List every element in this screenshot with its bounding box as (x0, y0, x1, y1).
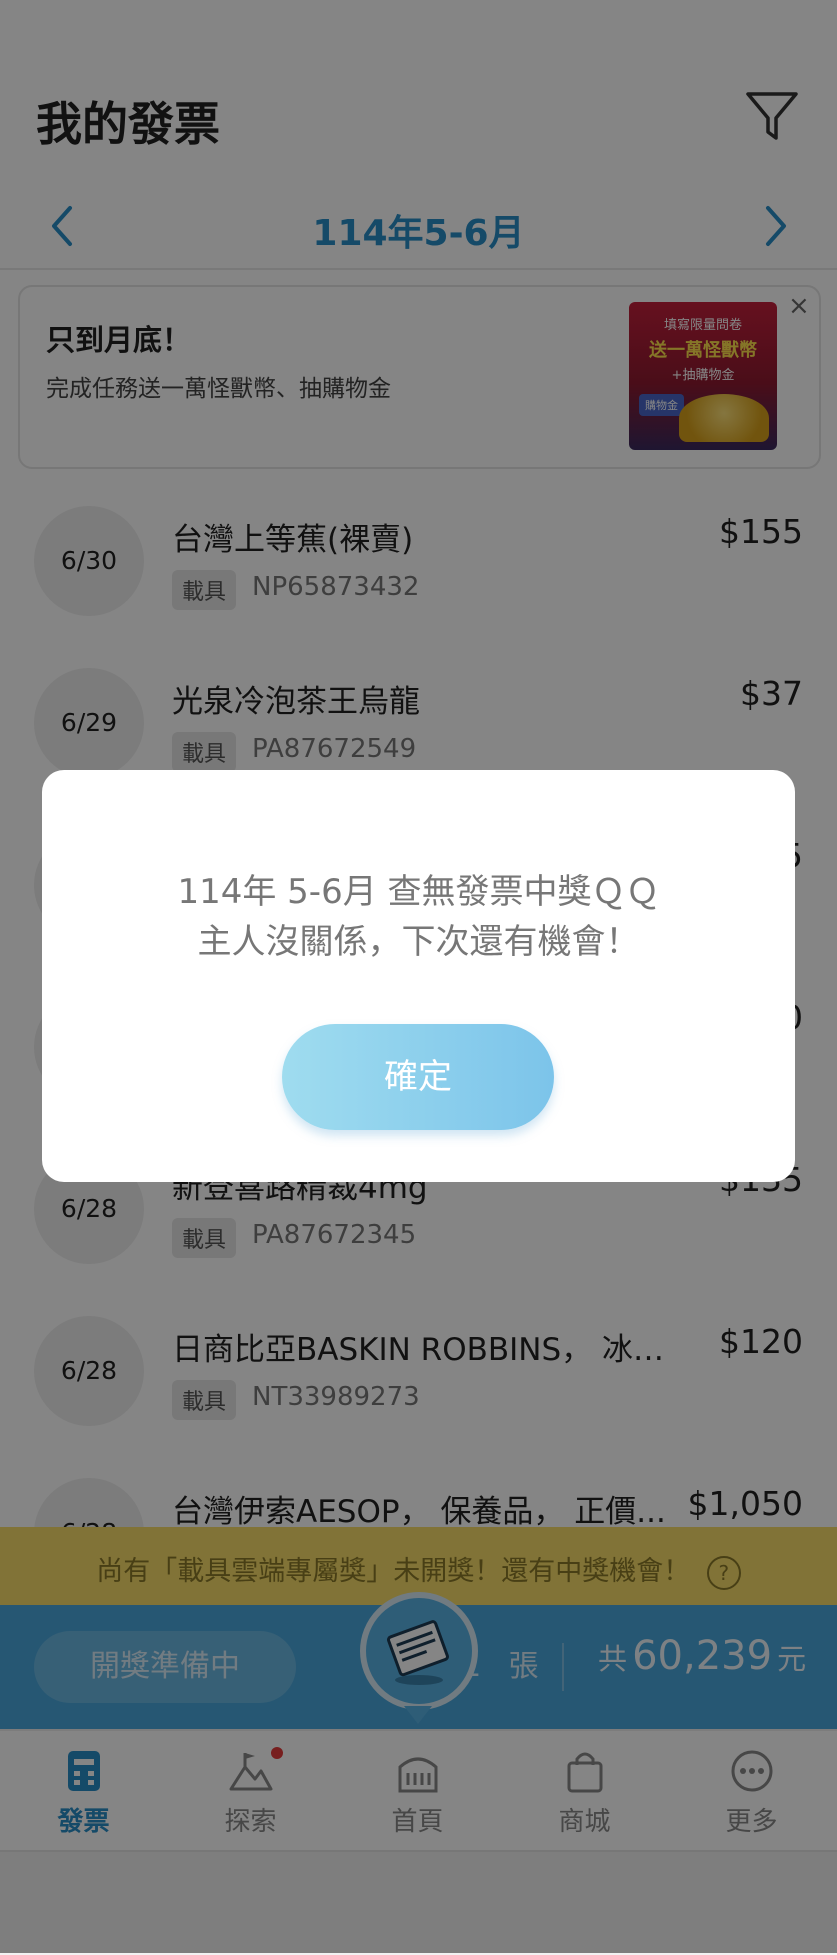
dialog-message-line2: 主人沒關係，下次還有機會！ (197, 922, 640, 962)
confirm-button[interactable]: 確定 (282, 1024, 554, 1130)
result-dialog: 114年 5-6月 查無發票中獎ＱＱ 主人沒關係，下次還有機會！ 確定 (42, 770, 795, 1182)
modal-backdrop[interactable]: 114年 5-6月 查無發票中獎ＱＱ 主人沒關係，下次還有機會！ 確定 (0, 0, 837, 1953)
dialog-message-line1: 114年 5-6月 查無發票中獎ＱＱ (177, 872, 660, 912)
